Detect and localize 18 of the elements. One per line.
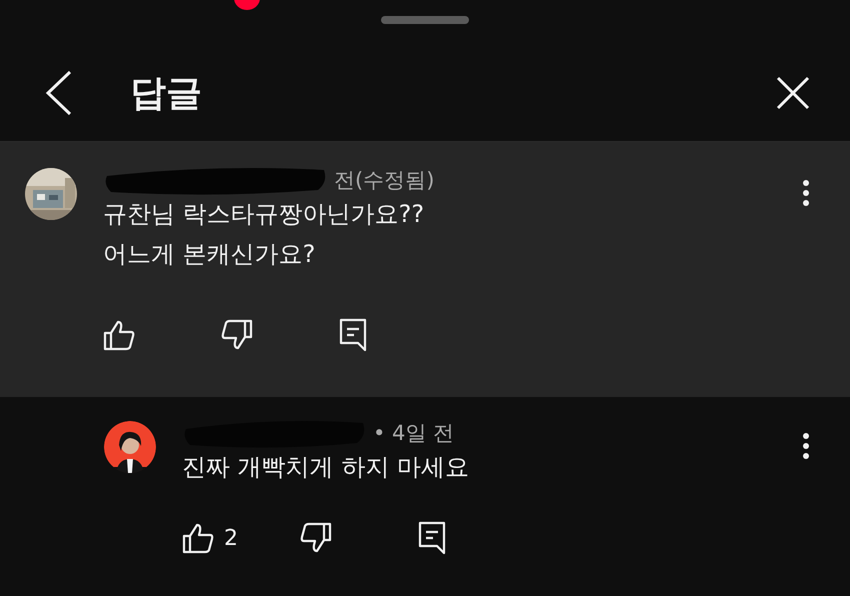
thumbs-up-icon[interactable]	[182, 522, 214, 554]
comment-text: 진짜 개빡치게 하지 마세요	[182, 452, 470, 483]
thumbs-down-icon[interactable]	[300, 522, 332, 554]
more-icon[interactable]	[802, 433, 810, 459]
back-icon[interactable]	[44, 70, 74, 116]
reply-icon[interactable]	[339, 318, 367, 352]
panel-title: 답글	[130, 72, 203, 116]
comment-text: 규찬님 락스타규짱아닌가요??	[103, 199, 426, 230]
comment-meta: 전(수정됨)	[334, 167, 434, 194]
thumbs-down-icon[interactable]	[221, 319, 253, 351]
thumbs-up-icon[interactable]	[103, 319, 135, 351]
reply-icon[interactable]	[418, 521, 446, 555]
like-count: 2	[224, 526, 238, 550]
comment-meta: • 4일 전	[373, 420, 454, 447]
comment-text: 어느게 본캐신가요?	[103, 239, 316, 270]
more-icon[interactable]	[802, 180, 810, 206]
drag-handle[interactable]	[381, 16, 469, 24]
close-icon[interactable]	[776, 76, 810, 110]
